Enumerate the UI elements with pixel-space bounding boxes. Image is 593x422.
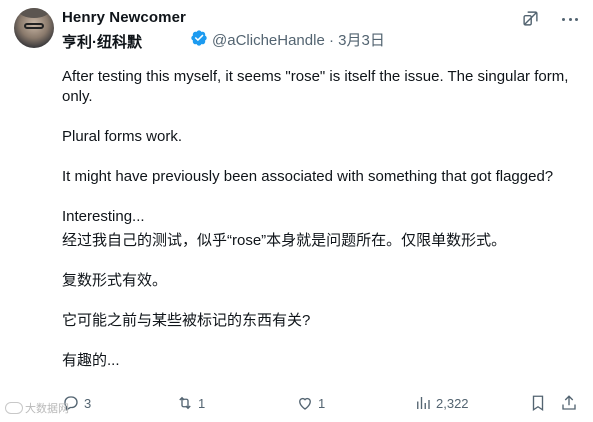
author-name[interactable]: Henry Newcomer xyxy=(62,9,186,26)
translation-paragraph-2: 复数形式有效。 xyxy=(62,272,168,289)
action-bar: 3 1 1 2,322 xyxy=(60,394,585,416)
translation-paragraph-3: 它可能之前与某些被标记的东西有关? xyxy=(62,312,311,329)
retweet-count: 1 xyxy=(198,395,206,411)
grok-icon[interactable] xyxy=(522,10,539,27)
post-paragraph-3: It might have previously been associated… xyxy=(62,168,554,185)
view-count: 2,322 xyxy=(436,395,469,411)
heart-icon xyxy=(299,397,311,410)
handle-and-date: @aClicheHandle · 3月3日 xyxy=(212,29,385,50)
post-paragraph-2: Plural forms work. xyxy=(62,128,183,145)
verified-badge-icon xyxy=(191,30,207,46)
share-icon xyxy=(562,395,576,410)
more-icon[interactable] xyxy=(560,10,580,28)
bookmark-button[interactable] xyxy=(529,394,547,412)
watermark-text: 大数据网 xyxy=(25,403,69,415)
bookmark-icon xyxy=(532,395,544,412)
separator: · xyxy=(328,32,334,49)
post-date[interactable]: 3月3日 xyxy=(338,32,385,49)
reply-count: 3 xyxy=(84,395,92,411)
retweet-button[interactable]: 1 xyxy=(176,394,205,412)
watermark: 大数据网 xyxy=(5,400,69,416)
retweet-icon xyxy=(179,396,191,410)
share-button[interactable] xyxy=(560,394,578,412)
watermark-logo-icon xyxy=(5,402,23,414)
avatar-glasses xyxy=(24,23,44,29)
post-body: After testing this myself, it seems "ros… xyxy=(62,67,582,371)
translation-paragraph-1: 经过我自己的测试，似乎“rose”本身就是问题所在。仅限单数形式。 xyxy=(62,232,507,249)
avatar-hair xyxy=(18,8,50,18)
views-button[interactable]: 2,322 xyxy=(414,394,469,412)
author-handle[interactable]: @aClicheHandle xyxy=(212,32,325,49)
analytics-icon xyxy=(417,397,430,409)
avatar[interactable] xyxy=(14,8,54,48)
translation-paragraph-4: 有趣的... xyxy=(62,352,120,369)
post-paragraph-4: Interesting... xyxy=(62,208,145,225)
author-name-translation: 亨利·纽科默 xyxy=(62,34,142,51)
post-paragraph-1: After testing this myself, it seems "ros… xyxy=(62,68,569,105)
like-count: 1 xyxy=(318,395,326,411)
like-button[interactable]: 1 xyxy=(296,394,325,412)
